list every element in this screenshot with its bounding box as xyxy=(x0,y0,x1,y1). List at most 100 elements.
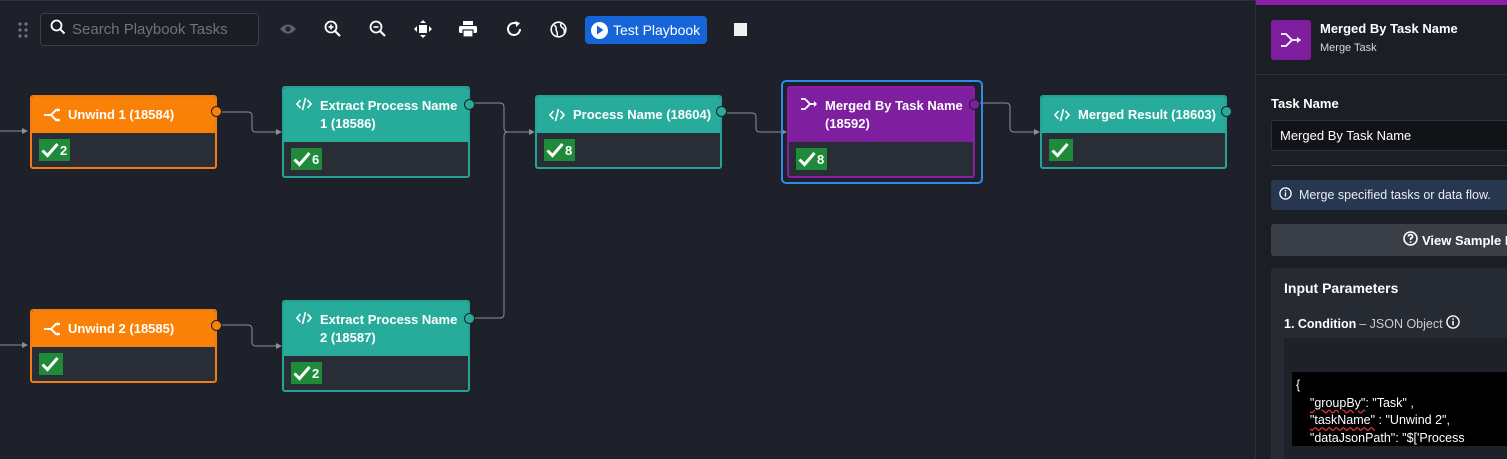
node-title: Merged By Task Name (18592) xyxy=(825,98,963,131)
print-icon[interactable] xyxy=(458,19,478,39)
status-badge: 2 xyxy=(39,139,71,161)
input-parameters-title: Input Parameters xyxy=(1284,280,1399,296)
condition-json[interactable]: { "groupBy": "Task" , "taskName" : "Unwi… xyxy=(1292,372,1507,446)
zoom-in-icon[interactable] xyxy=(323,19,343,39)
unwind-icon xyxy=(42,108,62,122)
node-extract-process-name-2[interactable]: Extract Process Name 2 (18587) 2 xyxy=(282,300,475,392)
output-port[interactable] xyxy=(716,106,727,117)
node-unwind-1[interactable]: Unwind 1 (18584) 2 xyxy=(30,95,222,169)
search-icon xyxy=(50,19,66,40)
check-icon xyxy=(546,143,564,158)
eye-icon[interactable] xyxy=(278,19,298,39)
drag-handle-icon[interactable] xyxy=(17,21,29,39)
playbook-editor: Test Playbook Unwind 1 (18584) 2 xyxy=(0,0,1507,459)
panel-subtitle: Merge Task xyxy=(1320,42,1377,54)
node-extract-process-name-1[interactable]: Extract Process Name 1 (18586) 6 xyxy=(282,86,475,178)
unwind-icon xyxy=(42,322,62,336)
output-port[interactable] xyxy=(1221,106,1232,117)
help-icon xyxy=(1403,231,1418,249)
panel-header: Merged By Task Name Merge Task xyxy=(1271,20,1458,60)
input-parameters-section: Input Parameters 1. Condition – JSON Obj… xyxy=(1271,268,1507,459)
node-title: Unwind 2 (18585) xyxy=(68,321,175,336)
node-body: 2 xyxy=(284,356,468,390)
stop-icon[interactable] xyxy=(734,23,747,36)
node-body xyxy=(32,347,215,381)
node-process-name[interactable]: Process Name (18604) 8 xyxy=(535,95,727,169)
node-body: 8 xyxy=(537,133,720,167)
view-sample-data-label: View Sample D xyxy=(1422,232,1507,248)
node-title: Extract Process Name 2 (18587) xyxy=(320,312,458,345)
node-header: Unwind 2 (18585) xyxy=(32,311,215,347)
node-title: Unwind 1 (18584) xyxy=(68,107,175,122)
check-icon xyxy=(41,357,59,372)
output-port[interactable] xyxy=(969,99,980,110)
status-badge xyxy=(1049,139,1073,161)
divider xyxy=(1271,165,1507,166)
search-input[interactable] xyxy=(66,21,271,38)
output-port[interactable] xyxy=(211,320,222,331)
zoom-out-icon[interactable] xyxy=(368,19,388,39)
check-icon xyxy=(798,152,816,167)
run-count: 2 xyxy=(312,365,320,381)
condition-editor[interactable]: { "groupBy": "Task" , "taskName" : "Unwi… xyxy=(1284,338,1507,459)
code-icon xyxy=(1052,108,1072,122)
node-merged-result[interactable]: Merged Result (18603) xyxy=(1040,95,1232,169)
connector-edges xyxy=(0,102,1040,349)
view-sample-data-button[interactable]: View Sample D xyxy=(1271,224,1507,256)
playbook-canvas[interactable]: Test Playbook Unwind 1 (18584) 2 xyxy=(0,0,1255,459)
node-body: 8 xyxy=(789,142,973,176)
search-box xyxy=(40,13,271,46)
info-banner: Merge specified tasks or data flow. xyxy=(1271,180,1507,210)
divider xyxy=(1256,74,1507,75)
run-count: 6 xyxy=(312,151,320,167)
panel-accent-bar xyxy=(1256,0,1507,5)
status-badge: 8 xyxy=(796,148,828,170)
status-badge xyxy=(39,353,63,375)
info-icon[interactable] xyxy=(1445,315,1460,332)
output-port[interactable] xyxy=(464,313,475,324)
status-badge: 2 xyxy=(291,362,323,384)
status-badge: 8 xyxy=(544,139,576,161)
run-count: 8 xyxy=(817,151,825,167)
task-properties-panel: Merged By Task Name Merge Task Task Name… xyxy=(1255,0,1507,459)
node-header: Merged By Task Name (18592) xyxy=(789,88,973,142)
merge-icon xyxy=(1271,20,1311,60)
node-title: Extract Process Name 1 (18586) xyxy=(320,98,458,131)
panel-title: Merged By Task Name xyxy=(1320,21,1458,36)
node-header: Unwind 1 (18584) xyxy=(32,97,215,133)
node-header: Merged Result (18603) xyxy=(1042,97,1225,133)
task-name-label: Task Name xyxy=(1271,96,1339,111)
node-header: Extract Process Name 2 (18587) xyxy=(284,302,468,356)
node-merged-by-task-name[interactable]: Merged By Task Name (18592) 8 xyxy=(787,86,980,178)
check-icon xyxy=(293,366,311,381)
globe-icon[interactable] xyxy=(548,19,568,39)
merge-icon xyxy=(799,97,819,111)
run-count: 8 xyxy=(565,142,573,158)
fit-to-screen-icon[interactable] xyxy=(413,19,433,39)
condition-row: 1. Condition – JSON Object xyxy=(1284,315,1460,332)
status-badge: 6 xyxy=(291,148,323,170)
node-title: Process Name (18604) xyxy=(573,107,712,122)
node-header: Extract Process Name 1 (18586) xyxy=(284,88,468,142)
test-playbook-button[interactable]: Test Playbook xyxy=(585,16,708,44)
node-body: 2 xyxy=(32,133,215,167)
node-unwind-2[interactable]: Unwind 2 (18585) xyxy=(30,309,222,383)
check-icon xyxy=(293,152,311,167)
task-name-input[interactable] xyxy=(1271,120,1507,151)
info-icon xyxy=(1279,187,1292,203)
play-icon xyxy=(591,21,608,39)
condition-label: 1. Condition xyxy=(1284,316,1357,331)
code-icon xyxy=(547,108,567,122)
code-icon xyxy=(294,311,314,325)
code-icon xyxy=(294,97,314,111)
node-body xyxy=(1042,133,1225,167)
run-count: 2 xyxy=(60,142,68,158)
refresh-icon[interactable] xyxy=(504,19,524,39)
output-port[interactable] xyxy=(464,99,475,110)
info-text: Merge specified tasks or data flow. xyxy=(1299,188,1491,202)
check-icon xyxy=(41,143,59,158)
node-body: 6 xyxy=(284,142,468,176)
test-playbook-label: Test Playbook xyxy=(613,22,701,38)
check-icon xyxy=(1051,143,1069,158)
output-port[interactable] xyxy=(211,106,222,117)
